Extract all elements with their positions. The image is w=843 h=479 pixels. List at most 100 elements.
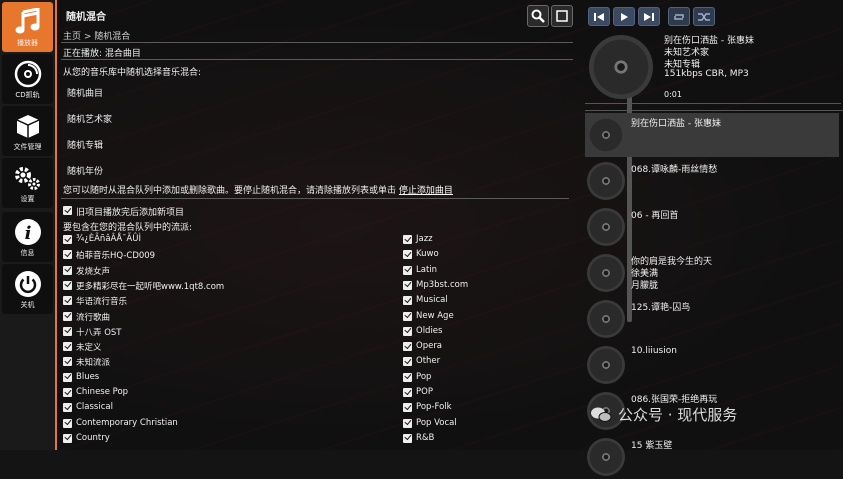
genre-checkbox[interactable]	[403, 388, 412, 397]
queue-item-detail: 月朦胧	[631, 281, 659, 291]
genre-checkbox[interactable]	[403, 342, 412, 352]
sidebar-item-player[interactable]: 播放器	[2, 2, 53, 52]
genre-checkbox[interactable]	[63, 388, 72, 397]
shuffle-button[interactable]	[693, 7, 715, 26]
genre-label: Chinese Pop	[76, 387, 129, 397]
genre-label: 华语流行音乐	[76, 297, 128, 308]
now-playing-status: 正在播放: 混合曲目	[63, 49, 141, 59]
watermark: 公众号 · 现代服务	[590, 404, 737, 425]
genre-label: New Age	[416, 310, 454, 321]
queue-item-title: 别在伤口洒盐 - 张惠妹	[631, 119, 721, 129]
stop-adding-link[interactable]: 停止添加曲目	[399, 186, 453, 196]
power-icon	[13, 269, 43, 299]
queue-album-art	[587, 346, 625, 384]
fullscreen-button[interactable]	[551, 5, 573, 27]
play-queue: 别在伤口洒盐 - 张惠妹 068.谭咏麟-雨丝情愁 06 - 再回首你的肩是我今生的…	[585, 110, 843, 476]
search-icon	[531, 9, 545, 23]
previous-button[interactable]	[588, 7, 610, 26]
genre-label: ¾¿ÈÃñâÂÅ¯ÃÛÌ	[76, 234, 141, 244]
genre-checkbox[interactable]	[403, 280, 412, 290]
queue-album-art	[587, 300, 625, 338]
genre-checkbox[interactable]	[403, 403, 412, 413]
genre-label: 未知流派	[76, 358, 111, 369]
search-button[interactable]	[527, 5, 549, 27]
genre-checkbox[interactable]	[63, 280, 72, 290]
genre-label: Classical	[76, 402, 113, 413]
info-icon: i	[13, 217, 43, 247]
queue-album-art	[587, 162, 625, 200]
queue-item[interactable]: 15 紫玉壁	[585, 435, 839, 479]
add-after-label: 旧项目播放完后添加新项目	[76, 208, 185, 218]
genre-checkbox[interactable]	[63, 403, 72, 413]
option-random-year[interactable]: 随机年份	[67, 164, 103, 177]
genre-label: Oldies	[416, 325, 443, 336]
queue-item[interactable]: 10.liiusion	[585, 343, 839, 387]
genre-checkbox[interactable]	[63, 265, 72, 275]
queue-item-title: 15 紫玉壁	[631, 441, 673, 451]
genre-label: Pop Vocal	[416, 417, 457, 428]
genre-checkbox[interactable]	[403, 235, 412, 244]
genre-checkbox[interactable]	[63, 357, 72, 367]
album-art	[589, 35, 653, 99]
genre-checkbox[interactable]	[63, 342, 72, 352]
option-random-album[interactable]: 随机专辑	[67, 138, 103, 151]
sidebar-item-file-manager[interactable]: 文件管理	[2, 106, 53, 156]
player-panel: 别在伤口洒盐 - 张惠妹 未知艺术家 未知专辑 151kbps CBR, MP3…	[582, 0, 843, 476]
genre-checkbox[interactable]	[403, 311, 412, 321]
queue-album-art	[587, 254, 625, 292]
genre-label: Mp3bst.com	[416, 279, 469, 290]
genre-checkbox[interactable]	[63, 296, 72, 306]
play-button[interactable]	[613, 7, 635, 26]
genre-label: 柏菲音乐HQ-CD009	[76, 251, 156, 262]
queue-item[interactable]: 125.谭艳-囚鸟	[585, 297, 839, 341]
repeat-button[interactable]	[668, 7, 690, 26]
genre-checkbox[interactable]	[63, 235, 72, 244]
genre-checkbox[interactable]	[403, 250, 412, 260]
genre-label: Kuwo	[416, 249, 439, 260]
genre-label: POP	[416, 387, 433, 397]
skip-forward-icon	[644, 12, 654, 21]
add-after-checkbox[interactable]	[63, 206, 72, 215]
genre-checkbox[interactable]	[403, 433, 412, 443]
genre-checkbox[interactable]	[403, 296, 412, 306]
sidebar-item-shutdown[interactable]: 关机	[2, 264, 53, 314]
option-random-tracks[interactable]: 随机曲目	[67, 86, 103, 99]
genre-label: Pop	[416, 371, 432, 382]
next-button[interactable]	[638, 7, 660, 26]
wechat-icon	[591, 407, 612, 422]
queue-item-title: 068.谭咏麟-雨丝情愁	[631, 165, 718, 175]
breadcrumb[interactable]: 主页 > 随机混合	[63, 29, 130, 42]
genre-checkbox[interactable]	[63, 311, 72, 321]
sidebar-item-settings[interactable]: 设置	[2, 158, 53, 208]
queue-item[interactable]: 别在伤口洒盐 - 张惠妹	[585, 113, 839, 157]
genre-label: Blues	[76, 371, 100, 382]
genre-checkbox[interactable]	[403, 326, 412, 336]
sidebar-item-label: CD抓轨	[15, 91, 40, 99]
queue-item[interactable]: 你的肩是我今生的天 徐美满 月朦胧	[585, 251, 839, 295]
genre-label: Latin	[416, 264, 438, 275]
genre-checkbox[interactable]	[403, 265, 412, 275]
genre-checkbox[interactable]	[403, 372, 412, 382]
genre-checkbox[interactable]	[63, 250, 72, 260]
genre-checkbox[interactable]	[63, 372, 72, 382]
genre-checkbox[interactable]	[403, 418, 412, 428]
genre-label: 发烧女声	[76, 266, 111, 277]
mix-settings: 从您的音乐库中随机选择音乐混合: 随机曲目 随机艺术家 随机专辑 随机年份 您可…	[61, 62, 569, 450]
option-random-artist[interactable]: 随机艺术家	[67, 112, 112, 125]
genre-checkbox[interactable]	[63, 326, 72, 336]
queue-item[interactable]: 06 - 再回首	[585, 205, 839, 249]
genre-checkbox[interactable]	[63, 433, 72, 443]
genre-label: 未定义	[76, 343, 102, 354]
genre-checkbox[interactable]	[63, 418, 72, 428]
queue-item[interactable]: 068.谭咏麟-雨丝情愁	[585, 159, 839, 203]
genre-checkbox[interactable]	[403, 357, 412, 367]
genre-label: Musical	[416, 295, 448, 306]
genre-label: Country	[76, 432, 110, 443]
genres-heading: 要包含在您的混合队列中的流派:	[63, 223, 193, 233]
sidebar-item-cd-rip[interactable]: CD抓轨	[2, 54, 53, 104]
queue-item-title: 125.谭艳-囚鸟	[631, 303, 691, 313]
divider	[61, 198, 569, 199]
sidebar-item-info[interactable]: i 信息	[2, 212, 53, 262]
music-note-icon	[13, 7, 43, 37]
queue-item-title: 06 - 再回首	[631, 211, 679, 221]
